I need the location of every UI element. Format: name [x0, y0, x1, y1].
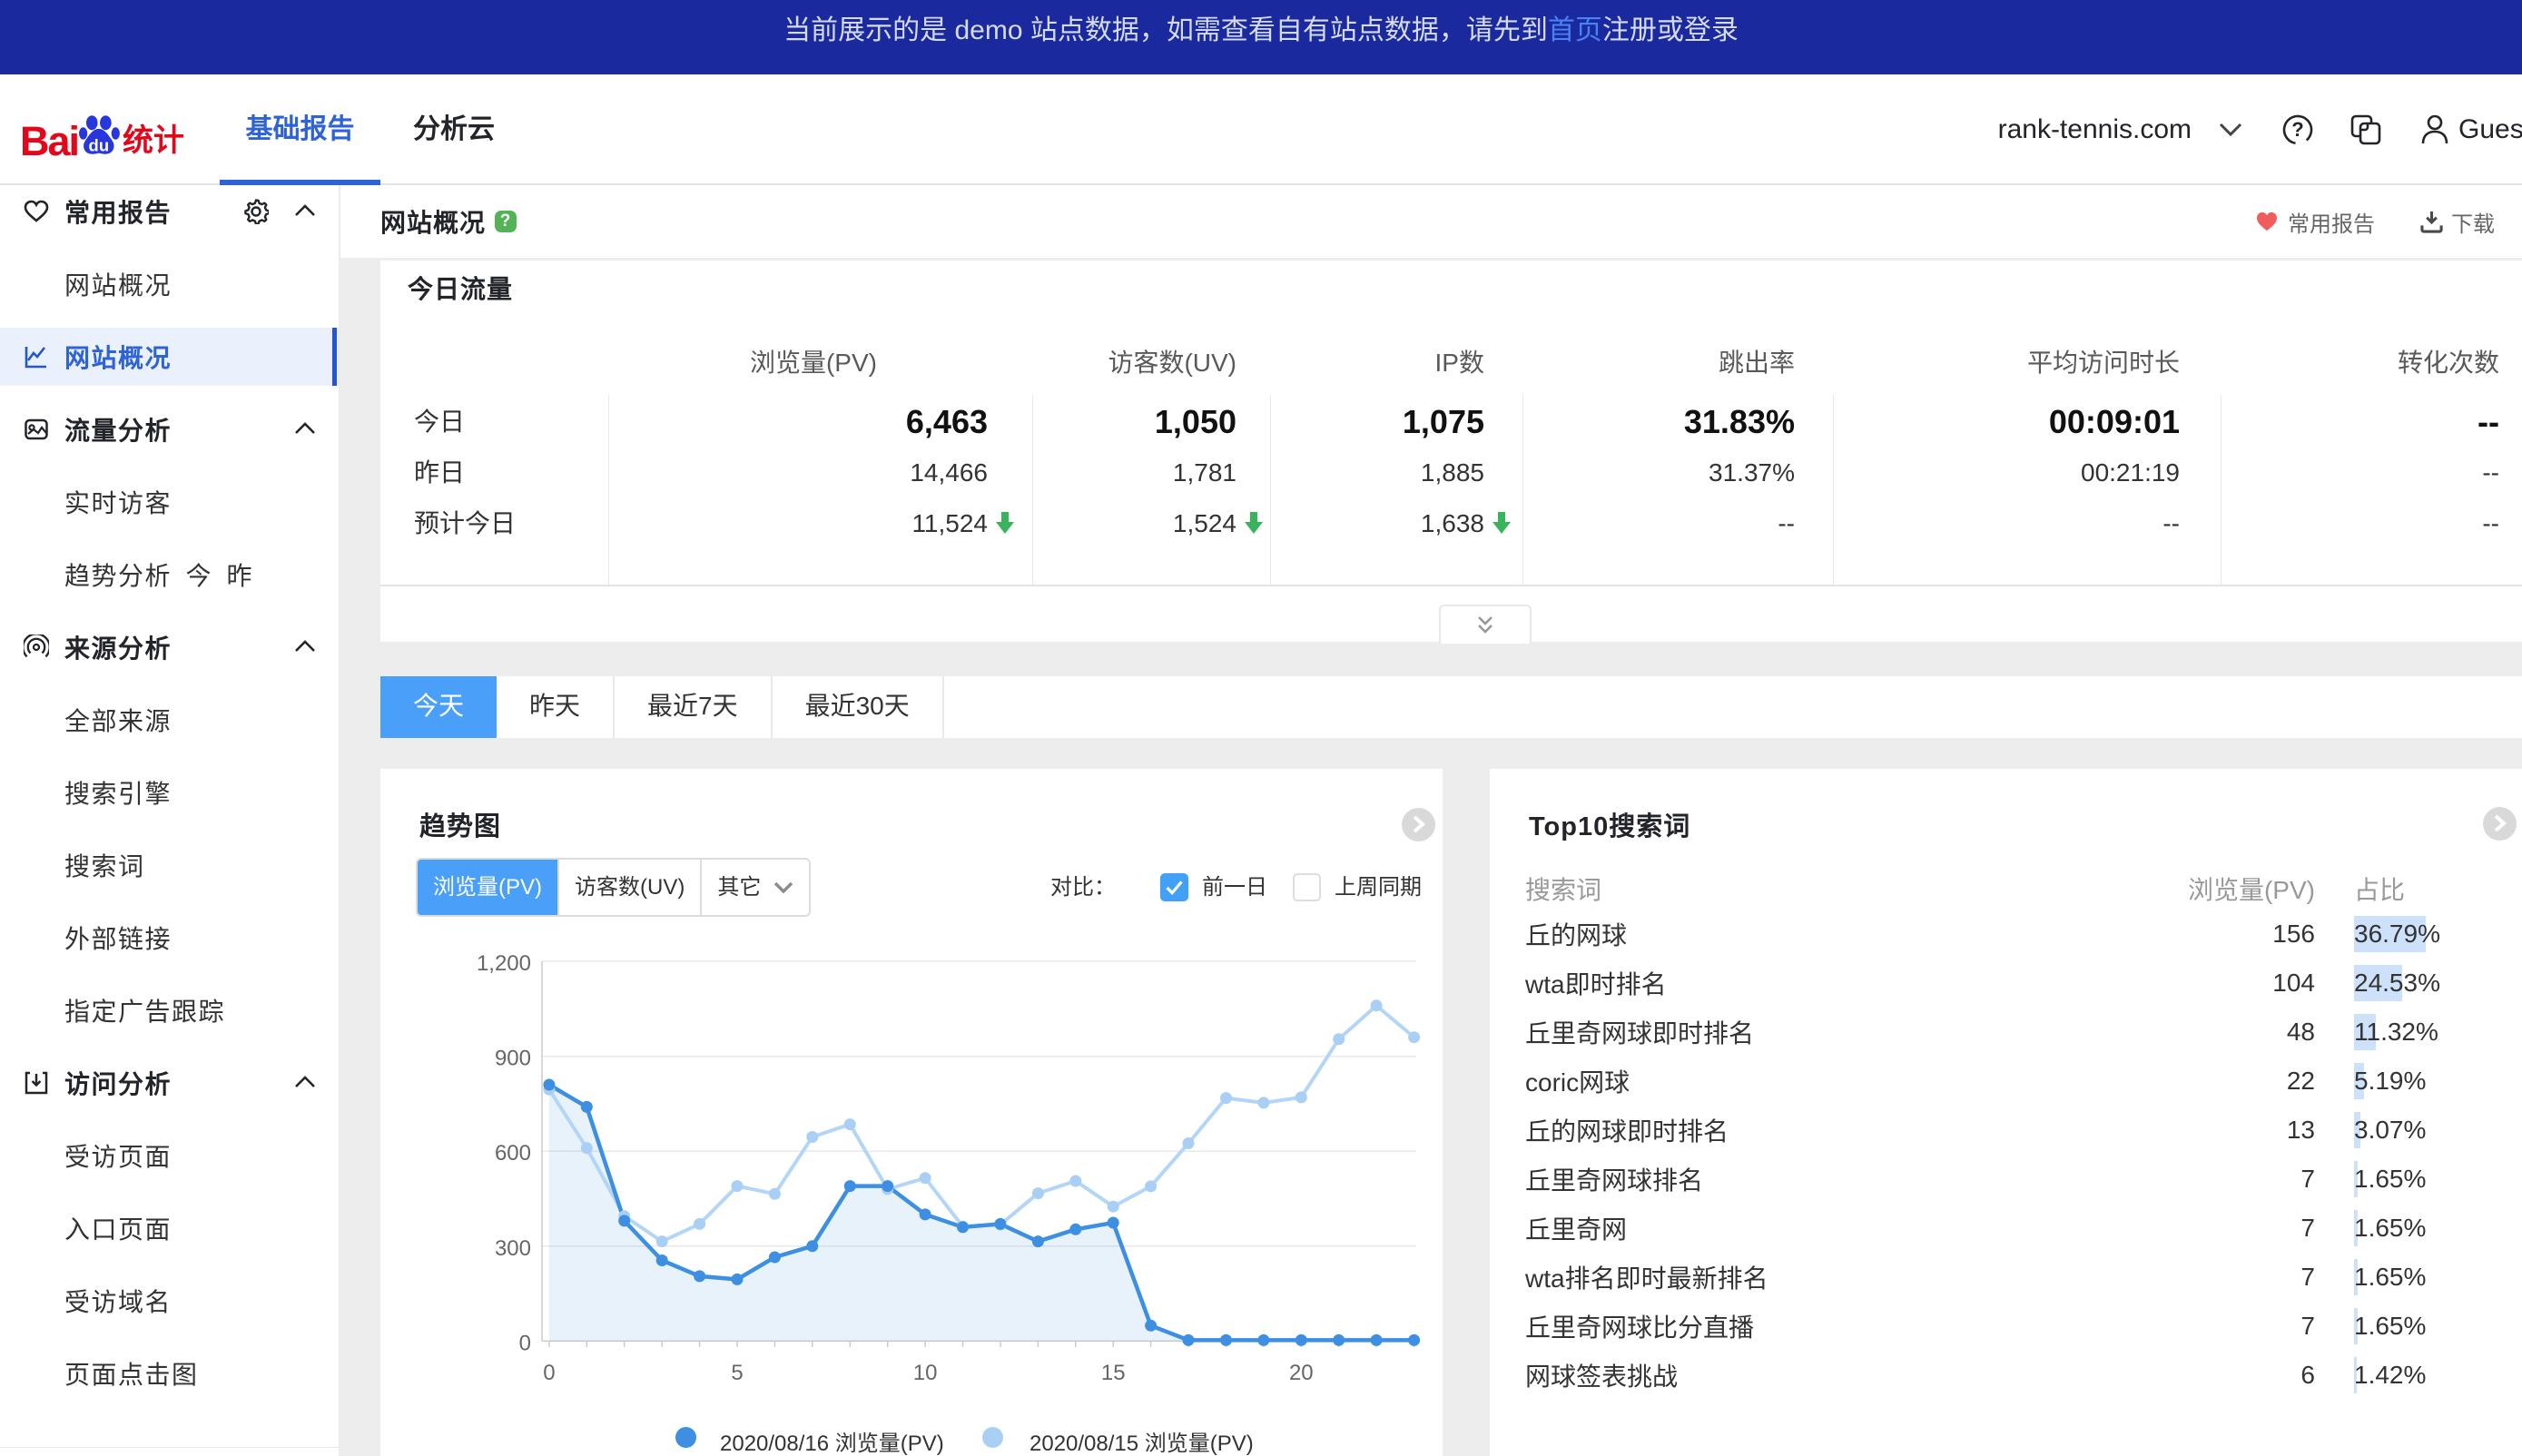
svg-text:600: 600	[495, 1141, 531, 1166]
svg-text:15: 15	[1101, 1361, 1126, 1385]
svg-text:0: 0	[543, 1361, 555, 1385]
svg-text:1,200: 1,200	[477, 951, 531, 976]
svg-text:900: 900	[495, 1047, 531, 1071]
svg-text:300: 300	[495, 1236, 531, 1261]
svg-text:5: 5	[731, 1361, 743, 1385]
svg-text:du: du	[89, 135, 110, 154]
svg-text:0: 0	[519, 1331, 531, 1355]
svg-text:20: 20	[1289, 1361, 1314, 1385]
svg-text:?: ?	[2291, 118, 2303, 141]
svg-text:10: 10	[913, 1361, 938, 1385]
